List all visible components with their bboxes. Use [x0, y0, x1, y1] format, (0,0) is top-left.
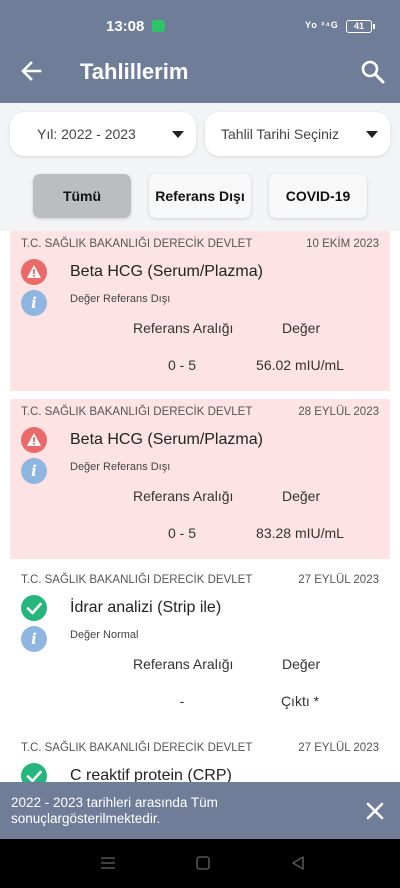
result-date: 28 EYLÜL 2023 — [298, 406, 379, 418]
result-status-text: Değer Normal — [70, 629, 139, 641]
snackbar-message: 2022 - 2023 tarihleri arasında Tüm sonuç… — [11, 795, 218, 826]
value-header: Değer — [282, 656, 321, 672]
arrow-left-icon[interactable] — [18, 55, 46, 87]
value-header: Değer — [282, 488, 321, 504]
menu-icon[interactable] — [96, 852, 120, 874]
warning-icon — [21, 259, 47, 285]
battery-icon: 41 — [346, 20, 375, 33]
signal-icon: Yo ²⁴G — [305, 20, 339, 30]
result-date: 27 EYLÜL 2023 — [298, 574, 379, 586]
result-date: 10 EKİM 2023 — [306, 238, 379, 250]
test-name: Beta HCG (Serum/Plazma) — [70, 263, 263, 280]
filter-bar: Yıl: 2022 - 2023 Tahlil Tarihi Seçiniz — [0, 103, 400, 165]
result-card[interactable]: T.C. SAĞLIK BAKANLIĞI DERECİK DEVLET 28 … — [10, 399, 390, 559]
result-value: 56.02 mIU/mL — [256, 357, 344, 373]
tab-out-of-reference[interactable]: Referans Dışı — [149, 174, 251, 218]
reference-range-header: Referans Aralığı — [133, 656, 234, 672]
caret-down-icon — [172, 131, 184, 138]
warning-icon — [21, 427, 47, 453]
results-list: T.C. SAĞLIK BAKANLIĞI DERECİK DEVLET 10 … — [0, 231, 400, 782]
result-card[interactable]: T.C. SAĞLIK BAKANLIĞI DERECİK DEVLET 10 … — [10, 231, 390, 391]
message-notification-icon — [152, 20, 165, 32]
date-dropdown[interactable]: Tahlil Tarihi Seçiniz — [205, 112, 390, 156]
close-icon[interactable] — [362, 798, 388, 824]
tab-all[interactable]: Tümü — [33, 174, 131, 218]
result-date: 27 EYLÜL 2023 — [298, 742, 379, 754]
institution-name: T.C. SAĞLIK BAKANLIĞI DERECİK DEVLET — [21, 238, 253, 250]
caret-down-icon — [366, 131, 378, 138]
test-name: C reaktif protein (CRP) — [70, 767, 232, 782]
result-card[interactable]: T.C. SAĞLIK BAKANLIĞI DERECİK DEVLET 27 … — [10, 567, 390, 727]
app-bar: Tahlillerim — [0, 41, 400, 103]
result-status-text: Değer Referans Dışı — [70, 461, 171, 473]
tab-covid-19[interactable]: COVID-19 — [269, 174, 367, 218]
snackbar: 2022 - 2023 tarihleri arasında Tüm sonuç… — [0, 782, 400, 839]
home-icon[interactable] — [191, 852, 215, 874]
institution-name: T.C. SAĞLIK BAKANLIĞI DERECİK DEVLET — [21, 574, 253, 586]
institution-name: T.C. SAĞLIK BAKANLIĞI DERECİK DEVLET — [21, 406, 253, 418]
filter-tabs: Tümü Referans Dışı COVID-19 — [0, 165, 400, 231]
status-bar: 13:08 Yo ²⁴G 41 — [0, 0, 400, 41]
result-value: Çıktı * — [280, 693, 320, 709]
reference-range-header: Referans Aralığı — [133, 488, 234, 504]
check-icon — [21, 595, 47, 621]
test-name: Beta HCG (Serum/Plazma) — [70, 431, 263, 448]
reference-range-value: 0 - 5 — [167, 357, 196, 373]
search-icon[interactable] — [359, 58, 387, 86]
result-value: 83.28 mIU/mL — [256, 525, 344, 541]
result-status-text: Değer Referans Dışı — [70, 293, 171, 305]
info-icon[interactable]: i — [21, 458, 47, 484]
test-name: İdrar analizi (Strip ile) — [70, 599, 222, 616]
reference-range-value: - — [179, 693, 185, 709]
reference-range-header: Referans Aralığı — [133, 320, 234, 336]
date-dropdown-placeholder: Tahlil Tarihi Seçiniz — [221, 126, 340, 142]
info-icon[interactable]: i — [21, 290, 47, 316]
check-icon — [21, 763, 47, 782]
reference-range-value: 0 - 5 — [167, 525, 196, 541]
system-navigation-bar — [0, 839, 400, 888]
status-time: 13:08 — [106, 18, 145, 35]
value-header: Değer — [282, 320, 321, 336]
institution-name: T.C. SAĞLIK BAKANLIĞI DERECİK DEVLET — [21, 742, 253, 754]
info-icon[interactable]: i — [21, 626, 47, 652]
result-card[interactable]: T.C. SAĞLIK BAKANLIĞI DERECİK DEVLET 27 … — [10, 735, 390, 782]
year-dropdown[interactable]: Yıl: 2022 - 2023 — [10, 112, 196, 156]
year-dropdown-label: Yıl: 2022 - 2023 — [37, 126, 136, 142]
page-title: Tahlillerim — [80, 59, 189, 84]
back-triangle-icon[interactable] — [286, 852, 310, 874]
